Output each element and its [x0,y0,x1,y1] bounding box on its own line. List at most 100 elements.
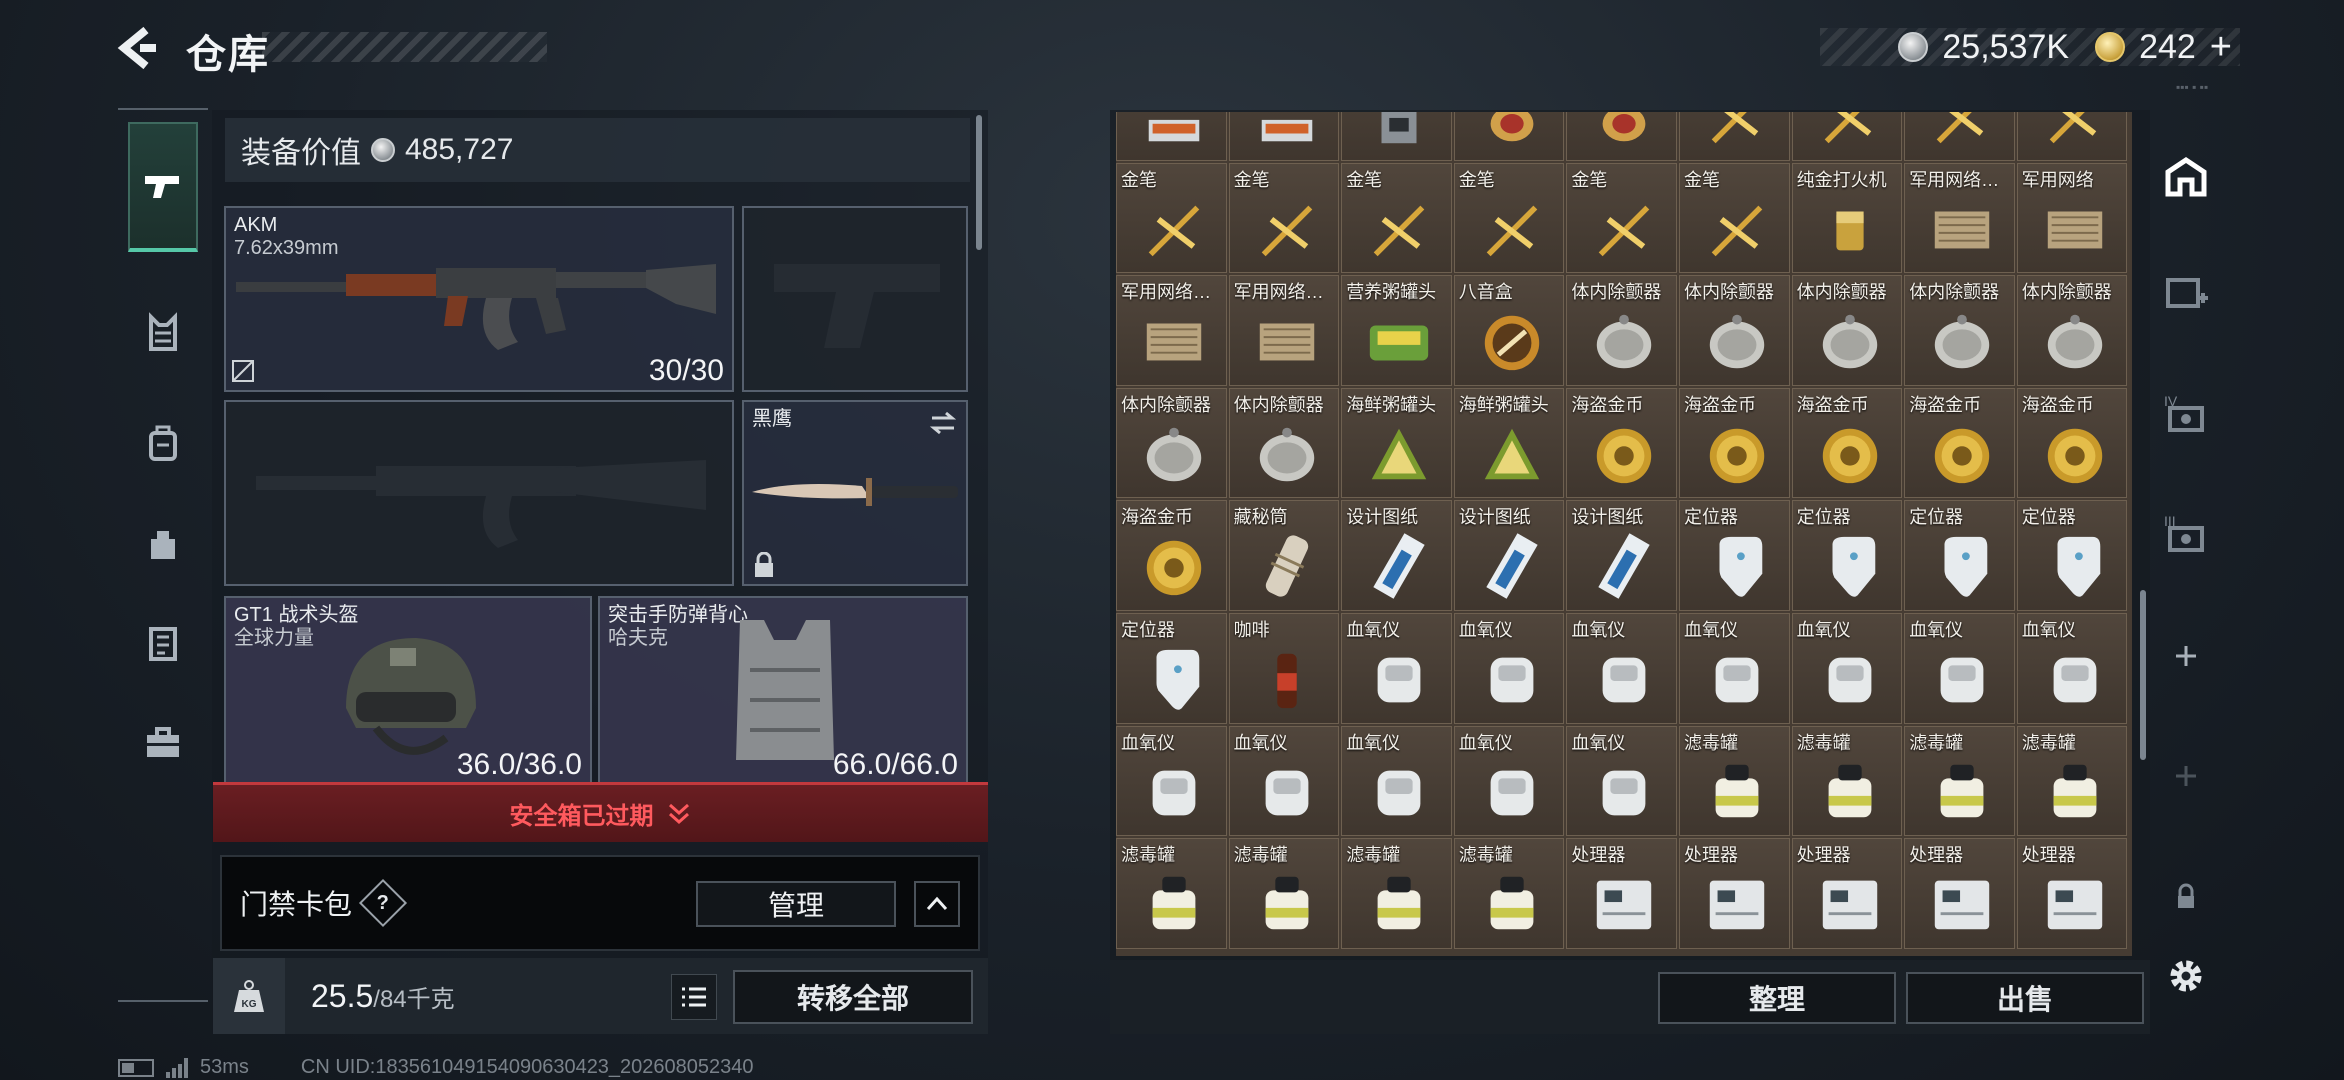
stash-item-cell[interactable]: 定位器 [1904,500,2015,611]
stash-item-cell[interactable] [1566,112,1677,161]
stash-item-cell[interactable]: 军用网络 [2016,162,2128,274]
stash-item-cell[interactable]: 血氧仪 [1341,725,1452,837]
tab-backpack[interactable] [128,408,198,478]
second-primary-slot[interactable] [224,400,734,586]
stash-item-cell[interactable] [1341,112,1452,161]
list-view-button[interactable] [671,974,717,1020]
stash-item-cell[interactable]: 处理器 [1566,838,1677,949]
stash-item-cell[interactable]: 体内除颤器 [1679,275,1790,386]
stash-item-cell[interactable]: 海盗金币 [2016,387,2128,499]
add-gold-button[interactable]: + [2210,26,2232,69]
scrollbar[interactable] [976,115,982,250]
add-stash-tab[interactable] [2156,626,2216,686]
stash-item-cell[interactable]: 滤毒罐 [1679,725,1790,837]
stash-item-cell[interactable]: 血氧仪 [1228,725,1340,837]
stash-scrollbar[interactable] [2140,590,2146,760]
stash-item-cell[interactable]: 血氧仪 [1791,613,1903,724]
stash-item-cell[interactable]: 设计图纸 [1341,500,1452,611]
stash-item-cell[interactable]: 金笔 [1228,162,1340,274]
stash-item-cell[interactable]: 血氧仪 [2016,613,2128,724]
manage-button[interactable]: 管理 [696,881,896,927]
stash-item-cell[interactable]: 血氧仪 [1453,725,1565,837]
stash-item-cell[interactable]: 军用网络… [1116,275,1227,386]
stash-item-cell[interactable] [1791,112,1903,161]
stash-item-cell[interactable]: 定位器 [1679,500,1790,611]
help-button[interactable]: ? [358,878,408,928]
tab-armor[interactable] [128,298,198,368]
stash-item-cell[interactable]: 滤毒罐 [1116,838,1227,949]
tab-toolbox[interactable] [128,708,198,778]
stash-item-cell[interactable] [1904,112,2015,161]
add-container-tab[interactable] [2156,262,2216,322]
stash-item-cell[interactable] [2016,112,2128,161]
stash-item-cell[interactable]: 设计图纸 [1453,500,1565,611]
safebox-expired-banner[interactable]: 安全箱已过期 [213,782,988,842]
stash-item-cell[interactable]: 血氧仪 [1453,613,1565,724]
stash-item-cell[interactable]: 海盗金币 [1904,387,2015,499]
primary-weapon-slot[interactable]: AKM 7.62x39mm 30/30 [224,206,734,392]
stash-item-cell[interactable]: 设计图纸 [1566,500,1677,611]
locked-stash-tab[interactable] [2156,868,2216,928]
stash-item-cell[interactable]: 滤毒罐 [1453,838,1565,949]
sell-button[interactable]: 出售 [1906,972,2144,1024]
stash-item-cell[interactable]: 处理器 [2016,838,2128,949]
stash-item-cell[interactable]: 体内除颤器 [2016,275,2128,386]
swap-icon[interactable] [928,410,958,436]
back-button[interactable] [112,22,164,74]
stash-item-cell[interactable]: 海盗金币 [1679,387,1790,499]
stash-item-cell[interactable] [1228,112,1340,161]
stash-item-cell[interactable]: 海盗金币 [1116,500,1227,611]
stash-item-cell[interactable]: 军用网络… [1904,162,2015,274]
stash-page-4-tab[interactable]: IV [2156,384,2216,444]
stash-item-cell[interactable]: 体内除颤器 [1904,275,2015,386]
stash-item-cell[interactable]: 血氧仪 [1679,613,1790,724]
melee-slot[interactable]: 黑鹰 [742,400,968,586]
stash-item-cell[interactable] [1116,112,1227,161]
stash-item-cell[interactable]: 八音盒 [1453,275,1565,386]
stash-item-cell[interactable]: 藏秘筒 [1228,500,1340,611]
stash-item-cell[interactable]: 金笔 [1341,162,1452,274]
stash-item-cell[interactable]: 海盗金币 [1791,387,1903,499]
secondary-weapon-slot[interactable] [742,206,968,392]
stash-item-cell[interactable] [1679,112,1790,161]
stash-item-cell[interactable] [1453,112,1565,161]
settings-button[interactable] [2156,946,2216,1006]
stash-item-cell[interactable]: 血氧仪 [1566,613,1677,724]
expand-button[interactable] [914,881,960,927]
stash-item-cell[interactable]: 海盗金币 [1566,387,1677,499]
stash-item-cell[interactable]: 滤毒罐 [1341,838,1452,949]
stash-item-cell[interactable]: 体内除颤器 [1116,387,1227,499]
stash-item-cell[interactable]: 金笔 [1453,162,1565,274]
stash-item-cell[interactable]: 海鲜粥罐头 [1453,387,1565,499]
stash-item-cell[interactable]: 海鲜粥罐头 [1341,387,1452,499]
stash-item-cell[interactable]: 血氧仪 [1116,725,1227,837]
stash-item-cell[interactable]: 血氧仪 [1566,725,1677,837]
stash-item-cell[interactable]: 军用网络… [1228,275,1340,386]
tab-pouch[interactable] [128,508,198,578]
stash-item-cell[interactable]: 滤毒罐 [2016,725,2128,837]
transfer-all-button[interactable]: 转移全部 [733,970,973,1024]
stash-item-cell[interactable]: 咖啡 [1228,613,1340,724]
tab-clipboard[interactable] [128,608,198,678]
stash-page-3-tab[interactable]: III [2156,504,2216,564]
tab-weapons[interactable] [128,122,198,252]
stash-item-cell[interactable]: 滤毒罐 [1228,838,1340,949]
stash-home-tab[interactable] [2156,148,2216,208]
stash-item-cell[interactable]: 血氧仪 [1341,613,1452,724]
helmet-slot[interactable]: GT1 战术头盔 全球力量 36.0/36.0 [224,596,592,786]
stash-item-cell[interactable]: 金笔 [1566,162,1677,274]
stash-item-cell[interactable]: 处理器 [1679,838,1790,949]
stash-item-cell[interactable]: 金笔 [1116,162,1227,274]
stash-item-cell[interactable]: 体内除颤器 [1566,275,1677,386]
stash-item-cell[interactable]: 定位器 [1116,613,1227,724]
stash-item-cell[interactable]: 定位器 [1791,500,1903,611]
stash-item-cell[interactable]: 处理器 [1791,838,1903,949]
stash-item-cell[interactable]: 处理器 [1904,838,2015,949]
organize-button[interactable]: 整理 [1658,972,1896,1024]
stash-item-cell[interactable]: 滤毒罐 [1791,725,1903,837]
stash-item-cell[interactable]: 滤毒罐 [1904,725,2015,837]
vest-slot[interactable]: 突击手防弹背心 哈夫克 66.0/66.0 [598,596,968,786]
stash-item-cell[interactable]: 体内除颤器 [1228,387,1340,499]
stash-item-cell[interactable]: 营养粥罐头 [1341,275,1452,386]
stash-item-cell[interactable]: 血氧仪 [1904,613,2015,724]
